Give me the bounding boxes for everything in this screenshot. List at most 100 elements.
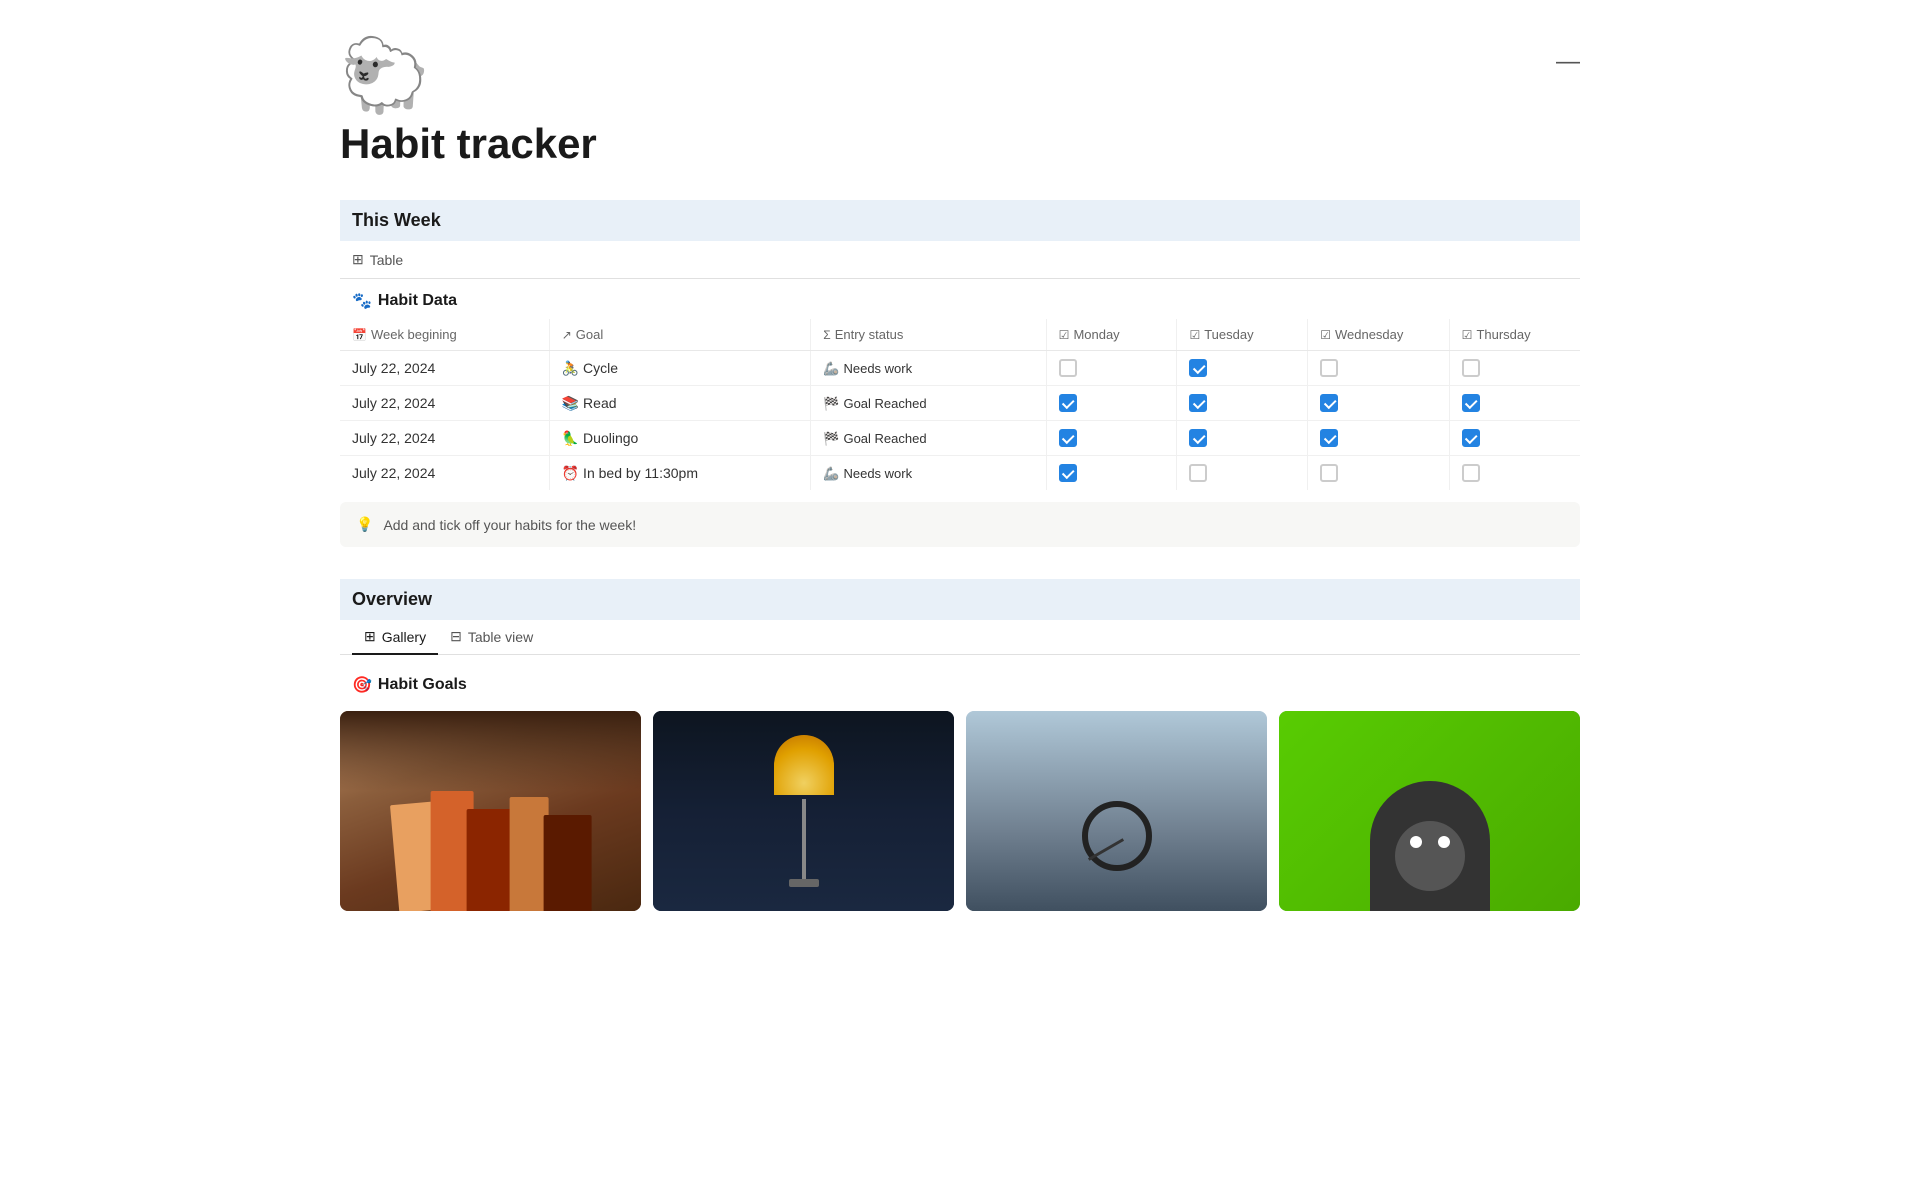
table-row: July 22, 2024 ⏰ In bed by 11:30pm 🦾 Need… [340, 456, 1580, 491]
table-view-label[interactable]: ⊞ Table [340, 241, 1580, 279]
status-text-2: Goal Reached [843, 431, 926, 446]
col-header-wednesday: ☑Wednesday [1308, 319, 1449, 351]
overview-section: Overview ⊞ Gallery ⊟ Table view 🎯 Habit … [340, 579, 1580, 919]
cell-goal-3: ⏰ In bed by 11:30pm [549, 456, 811, 491]
table-row: July 22, 2024 🦜 Duolingo 🏁 Goal Reached [340, 421, 1580, 456]
status-text-1: Goal Reached [843, 396, 926, 411]
cell-wednesday-1[interactable] [1308, 386, 1449, 421]
check-icon-thu: ☑ [1462, 328, 1473, 342]
checkbox-monday-3[interactable] [1059, 464, 1077, 482]
checkbox-thursday-2[interactable] [1462, 429, 1480, 447]
tip-emoji: 💡 [356, 516, 373, 533]
cell-thursday-0[interactable] [1449, 351, 1580, 386]
habit-goals-heading: 🎯 Habit Goals [340, 667, 1580, 703]
gallery-card-books[interactable] [340, 711, 641, 911]
checkbox-tuesday-2[interactable] [1189, 429, 1207, 447]
cell-status-2: 🏁 Goal Reached [811, 421, 1046, 456]
table-view-tab-label: Table view [468, 629, 533, 645]
table-row: July 22, 2024 📚 Read 🏁 Goal Reached [340, 386, 1580, 421]
view-label-text: Table [370, 252, 403, 268]
page-container: 🐑 Habit tracker — This Week ⊞ Table 🐾 Ha… [260, 0, 1660, 983]
habit-table: 📅Week begining ↗Goal ΣEntry status ☑Mond… [340, 319, 1580, 490]
cell-monday-0[interactable] [1046, 351, 1177, 386]
habit-data-emoji: 🐾 [352, 291, 372, 311]
table-view-tab-icon: ⊟ [450, 628, 462, 645]
check-icon-tue: ☑ [1189, 328, 1200, 342]
col-header-tuesday: ☑Tuesday [1177, 319, 1308, 351]
check-icon-mon: ☑ [1059, 328, 1070, 342]
sigma-icon: Σ [823, 328, 830, 342]
status-emoji-0: 🦾 [823, 361, 839, 377]
minimize-button[interactable]: — [1556, 48, 1580, 76]
col-header-date: 📅Week begining [340, 319, 549, 351]
check-icon-wed: ☑ [1320, 328, 1331, 342]
overview-tabs: ⊞ Gallery ⊟ Table view [340, 620, 1580, 655]
cell-tuesday-0[interactable] [1177, 351, 1308, 386]
page-header: 🐑 Habit tracker — [340, 40, 1580, 168]
status-emoji-3: 🦾 [823, 466, 839, 482]
this-week-section: This Week ⊞ Table 🐾 Habit Data 📅Week beg… [340, 200, 1580, 547]
status-emoji-2: 🏁 [823, 431, 839, 447]
habit-data-heading: 🐾 Habit Data [340, 279, 1580, 319]
tip-box: 💡 Add and tick off your habits for the w… [340, 502, 1580, 547]
col-header-status: ΣEntry status [811, 319, 1046, 351]
checkbox-monday-1[interactable] [1059, 394, 1077, 412]
cell-date-3: July 22, 2024 [340, 456, 549, 491]
checkbox-monday-0[interactable] [1059, 359, 1077, 377]
cell-wednesday-2[interactable] [1308, 421, 1449, 456]
habit-data-label: Habit Data [378, 292, 457, 310]
checkbox-tuesday-0[interactable] [1189, 359, 1207, 377]
overview-header: Overview [340, 579, 1580, 620]
checkbox-tuesday-1[interactable] [1189, 394, 1207, 412]
cell-tuesday-3[interactable] [1177, 456, 1308, 491]
checkbox-thursday-1[interactable] [1462, 394, 1480, 412]
gallery-tab-label: Gallery [382, 629, 426, 645]
gallery-card-lamp[interactable] [653, 711, 954, 911]
cell-status-0: 🦾 Needs work [811, 351, 1046, 386]
gallery-tab-icon: ⊞ [364, 628, 376, 645]
status-text-3: Needs work [843, 466, 912, 481]
page-title: Habit tracker [340, 120, 597, 168]
checkbox-wednesday-1[interactable] [1320, 394, 1338, 412]
this-week-header: This Week [340, 200, 1580, 241]
calendar-icon: 📅 [352, 328, 367, 342]
cell-goal-1: 📚 Read [549, 386, 811, 421]
cell-tuesday-1[interactable] [1177, 386, 1308, 421]
cell-tuesday-2[interactable] [1177, 421, 1308, 456]
table-header-row: 📅Week begining ↗Goal ΣEntry status ☑Mond… [340, 319, 1580, 351]
cell-date-1: July 22, 2024 [340, 386, 549, 421]
cell-wednesday-0[interactable] [1308, 351, 1449, 386]
col-header-monday: ☑Monday [1046, 319, 1177, 351]
gallery-card-cycle[interactable] [966, 711, 1267, 911]
cell-status-1: 🏁 Goal Reached [811, 386, 1046, 421]
checkbox-wednesday-2[interactable] [1320, 429, 1338, 447]
page-emoji: 🐑 [340, 40, 597, 112]
checkbox-thursday-0[interactable] [1462, 359, 1480, 377]
tab-gallery[interactable]: ⊞ Gallery [352, 620, 438, 655]
cell-thursday-2[interactable] [1449, 421, 1580, 456]
checkbox-wednesday-3[interactable] [1320, 464, 1338, 482]
gallery-grid [340, 703, 1580, 919]
col-header-goal: ↗Goal [549, 319, 811, 351]
habit-goals-emoji: 🎯 [352, 675, 372, 695]
checkbox-wednesday-0[interactable] [1320, 359, 1338, 377]
checkbox-thursday-3[interactable] [1462, 464, 1480, 482]
cell-goal-0: 🚴 Cycle [549, 351, 811, 386]
cell-date-2: July 22, 2024 [340, 421, 549, 456]
cell-thursday-3[interactable] [1449, 456, 1580, 491]
cell-monday-1[interactable] [1046, 386, 1177, 421]
col-header-thursday: ☑Thursday [1449, 319, 1580, 351]
table-row: July 22, 2024 🚴 Cycle 🦾 Needs work [340, 351, 1580, 386]
checkbox-tuesday-3[interactable] [1189, 464, 1207, 482]
tab-table-view[interactable]: ⊟ Table view [438, 620, 545, 655]
status-emoji-1: 🏁 [823, 396, 839, 412]
cell-goal-2: 🦜 Duolingo [549, 421, 811, 456]
cell-monday-2[interactable] [1046, 421, 1177, 456]
cell-thursday-1[interactable] [1449, 386, 1580, 421]
status-text-0: Needs work [843, 361, 912, 376]
cell-monday-3[interactable] [1046, 456, 1177, 491]
table-icon: ⊞ [352, 251, 364, 268]
cell-wednesday-3[interactable] [1308, 456, 1449, 491]
gallery-card-duolingo[interactable] [1279, 711, 1580, 911]
checkbox-monday-2[interactable] [1059, 429, 1077, 447]
